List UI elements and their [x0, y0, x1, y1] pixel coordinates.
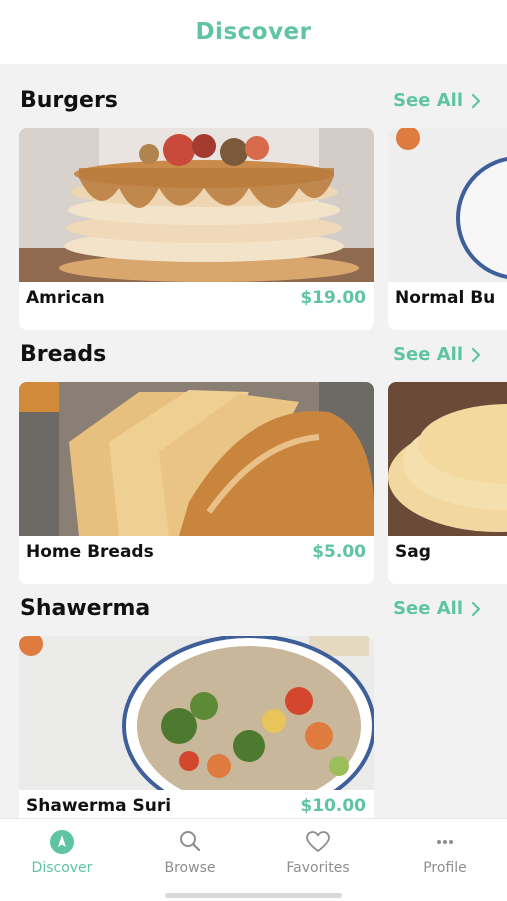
pancake-stack-image: [19, 128, 374, 282]
section-title: Breads: [20, 342, 107, 367]
see-all-breads-button[interactable]: See All: [393, 344, 483, 365]
tab-label: Profile: [423, 860, 467, 876]
discover-content[interactable]: Burgers See All Amrican $19.00 Normal Bu…: [0, 64, 507, 818]
bottom-tab-bar: Discover Browse Favorites Profile: [0, 818, 507, 901]
more-dots-icon: [437, 840, 453, 844]
tab-favorites[interactable]: Favorites: [258, 829, 378, 879]
bread-loaf-image: [19, 382, 374, 536]
tab-discover[interactable]: Discover: [2, 829, 122, 879]
card-price: $19.00: [300, 288, 366, 308]
search-icon: [180, 831, 201, 852]
burgers-carousel[interactable]: Amrican $19.00 Normal Bu: [19, 128, 507, 330]
heart-icon: [306, 831, 330, 852]
section-header: Burgers See All: [0, 72, 507, 122]
food-card[interactable]: Amrican $19.00: [19, 128, 374, 330]
home-indicator: [165, 893, 342, 898]
see-all-label: See All: [393, 344, 463, 365]
bowl-image: [388, 128, 507, 282]
shawerma-carousel[interactable]: Shawerma Suri $10.00: [19, 636, 507, 818]
tab-label: Discover: [31, 860, 93, 876]
chevron-right-icon: [471, 347, 481, 362]
flatbread-image: [388, 382, 507, 536]
compass-icon: [50, 830, 74, 854]
card-name: Shawerma Suri: [26, 796, 172, 816]
breads-carousel[interactable]: Home Breads $5.00 Sag: [19, 382, 507, 584]
tab-profile[interactable]: Profile: [385, 829, 505, 879]
card-price: $10.00: [300, 796, 366, 816]
card-price: $5.00: [312, 542, 366, 562]
card-name: Normal Bu: [395, 288, 496, 308]
section-header: Shawerma See All: [0, 580, 507, 630]
tab-label: Browse: [164, 860, 216, 876]
section-header: Breads See All: [0, 326, 507, 376]
section-title: Burgers: [20, 88, 118, 113]
section-title: Shawerma: [20, 596, 151, 621]
food-card[interactable]: Sag: [388, 382, 507, 584]
chevron-right-icon: [471, 93, 481, 108]
tab-browse[interactable]: Browse: [130, 829, 250, 879]
see-all-shawerma-button[interactable]: See All: [393, 598, 483, 619]
card-name: Amrican: [26, 288, 105, 308]
food-card[interactable]: Shawerma Suri $10.00: [19, 636, 374, 818]
tab-label: Favorites: [286, 860, 350, 876]
page-title: Discover: [195, 19, 312, 45]
food-card[interactable]: Normal Bu: [388, 128, 507, 330]
top-navigation-bar: Discover: [0, 0, 507, 64]
see-all-label: See All: [393, 598, 463, 619]
card-name: Sag: [395, 542, 431, 562]
card-name: Home Breads: [26, 542, 154, 562]
chevron-right-icon: [471, 601, 481, 616]
food-card[interactable]: Home Breads $5.00: [19, 382, 374, 584]
see-all-burgers-button[interactable]: See All: [393, 90, 483, 111]
vegetable-bowl-image: [19, 636, 374, 790]
see-all-label: See All: [393, 90, 463, 111]
